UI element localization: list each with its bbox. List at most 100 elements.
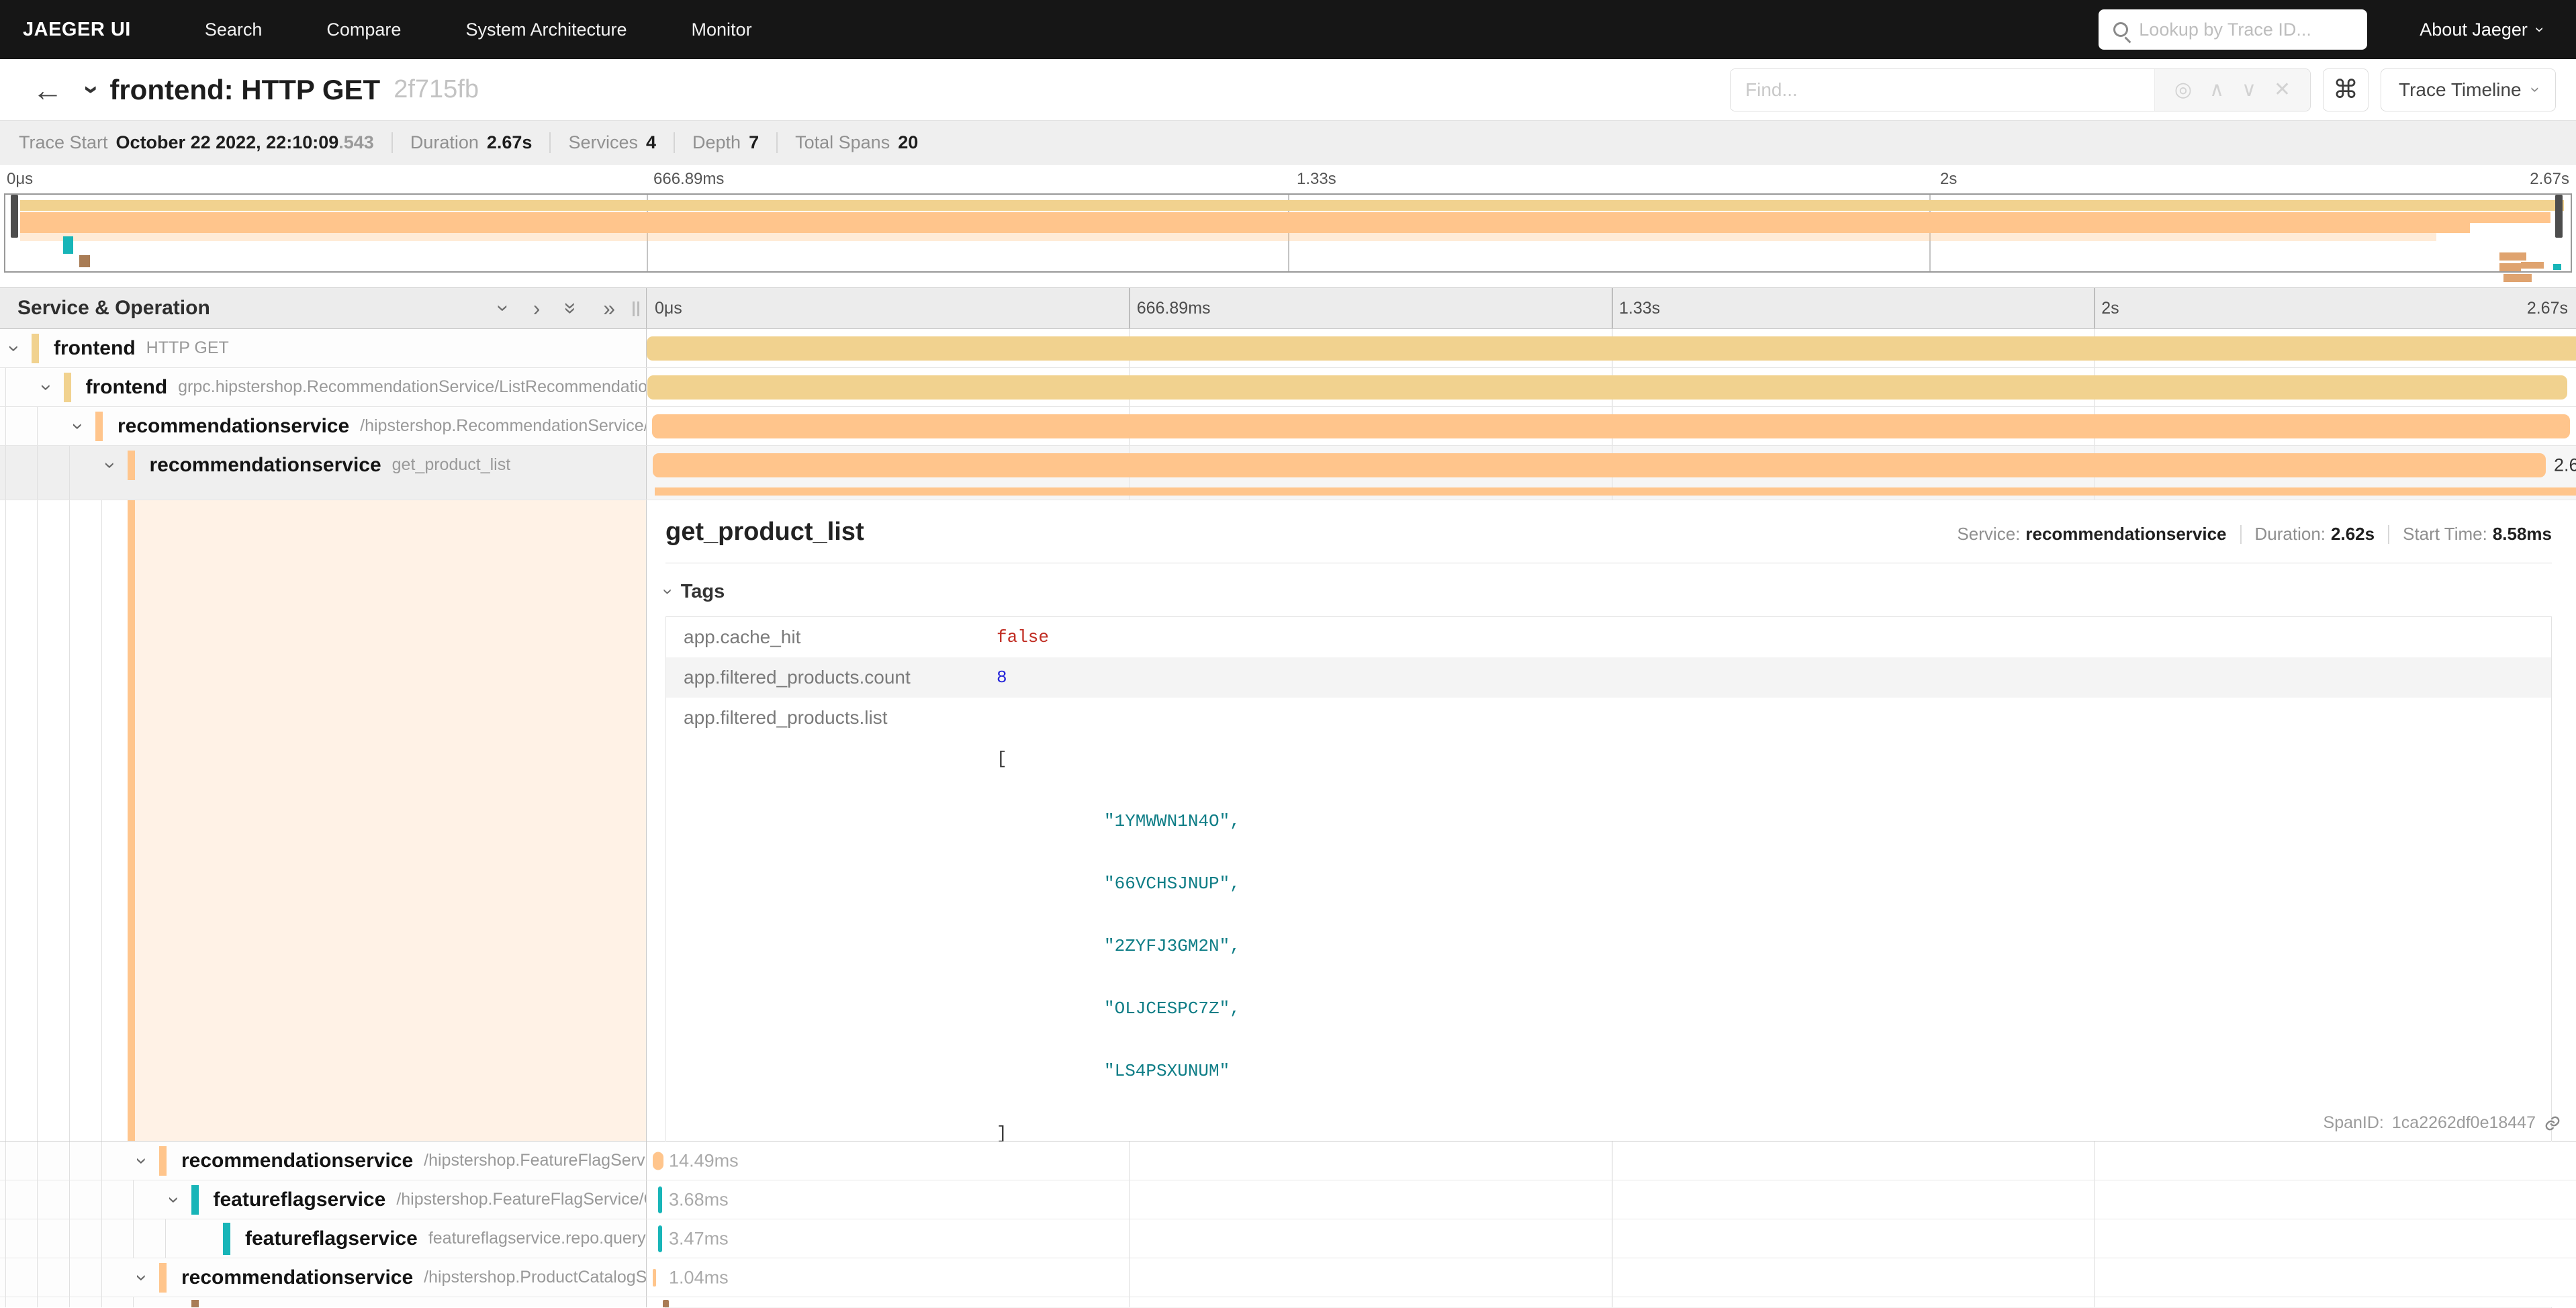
span-row[interactable]: › recommendationservice /hipstershop.Pro… [0,1258,2576,1297]
span-duration-label: 14.49ms [669,1150,739,1171]
minimap-span-tick [79,255,90,267]
tick-label: 0μs [7,170,33,189]
clear-find-icon[interactable]: ✕ [2274,78,2291,101]
focus-match-icon[interactable]: ◎ [2174,78,2192,101]
find-controls: ◎ ∧ ∨ ✕ [2154,69,2310,111]
nav-item-system-architecture[interactable]: System Architecture [465,19,627,40]
summary-depth: Depth 7 [674,132,759,153]
span-color-shade [135,500,646,1141]
nav-item-search[interactable]: Search [205,19,263,40]
minimap-left-drag-handle[interactable] [11,195,18,238]
span-bar[interactable] [653,1152,663,1170]
summary-value: 20 [898,132,918,153]
minimap-right-drag-handle[interactable] [2555,195,2563,238]
span-bar[interactable] [663,1300,669,1307]
chevron-down-icon[interactable]: › [130,1274,153,1281]
span-row-selected[interactable]: › recommendationservice get_product_list… [0,446,2576,500]
span-color-bar [159,1146,167,1176]
span-operation: /hipstershop.FeatureFlagService... [424,1151,647,1170]
span-service[interactable]: frontend [86,376,168,399]
span-color-bar [64,373,71,402]
chevron-down-icon[interactable]: › [99,462,122,469]
span-bar[interactable] [658,1225,662,1252]
keyboard-shortcuts-button[interactable]: ⌘ [2323,68,2368,111]
span-bar[interactable] [658,1186,662,1213]
chevron-down-icon[interactable]: › [66,423,89,430]
next-match-icon[interactable]: ∨ [2242,78,2256,101]
span-detail-row: get_product_list Service: recommendation… [0,500,2576,1141]
back-button[interactable]: ← [32,75,63,105]
summary-label: Trace Start [19,132,108,153]
span-operation: HTTP GET [146,338,229,358]
meta-label: Start Time: [2403,524,2487,545]
span-service[interactable]: recommendationservice [150,454,381,477]
span-detail-meta: Service: recommendationservice Duration:… [1957,524,2552,545]
span-bar[interactable] [647,336,2576,361]
span-color-bar [191,1185,199,1215]
span-bar[interactable] [652,414,2570,438]
span-row[interactable]: › frontend grpc.hipstershop.Recommendati… [0,368,2576,407]
span-bar[interactable] [653,1269,656,1287]
span-service[interactable]: recommendationservice [181,1266,413,1289]
trace-collapse-chevron-icon[interactable]: › [77,85,107,94]
span-color-bar [223,1223,230,1255]
tick-label: 2.67s [2530,170,2569,189]
summary-total-spans: Total Spans 20 [776,132,918,153]
span-service[interactable]: recommendationservice [118,415,349,438]
span-service[interactable]: featureflagservice [245,1227,418,1250]
tick-label: 2s [2101,299,2119,318]
tag-value: false [997,617,2551,657]
span-bar[interactable] [653,453,2545,477]
collapse-one-icon[interactable]: › [493,305,514,312]
span-service[interactable]: featureflagservice [214,1188,386,1211]
tag-value-list: [ "1YMWWN1N4O", "66VCHSJNUP", "2ZYFJ3GM2… [997,698,2551,1195]
column-resizer-handle[interactable] [633,301,639,316]
chevron-down-icon[interactable]: › [35,384,58,391]
chevron-down-icon[interactable]: › [3,345,26,352]
span-row[interactable]: › featureflagservice /hipstershop.Featur… [0,1180,2576,1219]
summary-label: Total Spans [795,132,890,153]
find-input[interactable] [1731,69,2154,111]
tags-section-toggle[interactable]: › Tags [665,581,2552,603]
tag-value: 8 [997,657,2551,698]
span-id-value: 1ca2262df0e18447 [2392,1113,2536,1133]
tick-label: 2s [1940,170,1957,189]
chevron-down-icon[interactable]: › [130,1158,153,1164]
prev-match-icon[interactable]: ∧ [2209,78,2224,101]
tags-section-label: Tags [681,581,725,603]
span-service[interactable]: recommendationservice [181,1150,413,1172]
span-row[interactable]: featureflagservice featureflagservice.re… [0,1219,2576,1258]
span-service[interactable]: frontend [54,337,136,360]
meta-label: Service: [1957,524,2020,545]
span-bar[interactable] [647,375,2567,400]
collapse-all-icon[interactable]: » [561,302,582,314]
span-row-partial[interactable] [0,1297,2576,1307]
summary-value: 4 [646,132,656,153]
nav-item-monitor[interactable]: Monitor [692,19,752,40]
trace-title[interactable]: frontend: HTTP GET [109,74,380,106]
summary-suffix: .543 [338,132,374,153]
nav-item-compare[interactable]: Compare [326,19,401,40]
trace-id-search-input[interactable] [2139,19,2354,40]
link-icon[interactable] [2544,1115,2561,1132]
nav-brand[interactable]: JAEGER UI [23,19,131,41]
minimap-span-tick [2503,274,2532,282]
find-bar: ◎ ∧ ∨ ✕ [1730,68,2311,111]
span-row[interactable]: › recommendationservice /hipstershop.Rec… [0,407,2576,446]
about-jaeger-menu[interactable]: About Jaeger › [2420,19,2542,40]
span-color-bar [159,1263,167,1293]
span-row[interactable]: › frontend HTTP GET [0,329,2576,368]
chevron-down-icon[interactable]: › [163,1197,185,1203]
summary-label: Depth [692,132,741,153]
expand-all-icon[interactable]: » [603,297,615,319]
span-detail-tree-column [0,500,647,1141]
span-duration-label: 1.04ms [669,1267,729,1288]
trace-view-select[interactable]: Trace Timeline › [2381,68,2556,111]
span-row[interactable]: › recommendationservice /hipstershop.Fea… [0,1141,2576,1180]
service-operation-title: Service & Operation [17,297,210,320]
command-icon: ⌘ [2333,75,2358,105]
summary-value: 2.67s [487,132,533,153]
expand-one-icon[interactable]: › [533,297,541,319]
tick-label: 1.33s [1297,170,1336,189]
trace-minimap[interactable] [4,193,2572,273]
